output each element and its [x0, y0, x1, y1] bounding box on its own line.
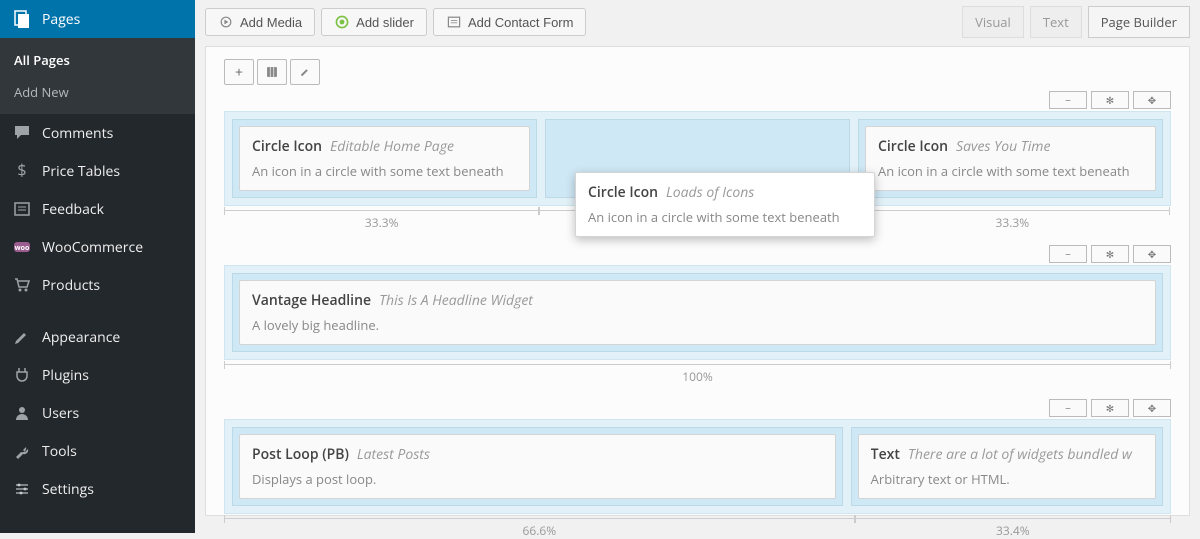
row-settings-button[interactable]: ✻: [1091, 245, 1129, 263]
row-ruler: 66.6% 33.4%: [224, 518, 1171, 539]
sidebar-item-tools[interactable]: Tools: [0, 432, 195, 470]
add-media-button[interactable]: Add Media: [205, 8, 315, 36]
woo-icon: woo: [12, 237, 32, 257]
subitem-add-new[interactable]: Add New: [0, 76, 195, 108]
tab-text[interactable]: Text: [1030, 6, 1082, 38]
row-settings-button[interactable]: ✻: [1091, 399, 1129, 417]
tab-page-builder[interactable]: Page Builder: [1088, 6, 1190, 38]
row-delete-button[interactable]: −: [1049, 91, 1087, 109]
prebuilt-button[interactable]: [290, 59, 320, 85]
sidebar-item-users[interactable]: Users: [0, 394, 195, 432]
wrench-icon: [12, 441, 32, 461]
add-row-button[interactable]: [257, 59, 287, 85]
builder-cell[interactable]: Post Loop (PB)Latest Posts Displays a po…: [232, 427, 843, 506]
sidebar-item-pages[interactable]: Pages: [0, 0, 195, 38]
plug-icon: [12, 365, 32, 385]
widget-dragging[interactable]: Circle IconLoads of Icons An icon in a c…: [575, 172, 875, 237]
form-icon: [446, 14, 462, 30]
add-slider-button[interactable]: Add slider: [321, 8, 427, 36]
row-move-button[interactable]: ✥: [1133, 399, 1171, 417]
widget-circle-icon[interactable]: Circle IconEditable Home Page An icon in…: [239, 126, 530, 191]
tab-visual[interactable]: Visual: [962, 6, 1024, 38]
row-settings-button[interactable]: ✻: [1091, 91, 1129, 109]
row-move-button[interactable]: ✥: [1133, 91, 1171, 109]
row-controls: − ✻ ✥: [224, 91, 1171, 109]
comments-icon: [12, 123, 32, 143]
widget-circle-icon[interactable]: Circle IconSaves You Time An icon in a c…: [865, 126, 1156, 191]
row-controls: − ✻ ✥: [224, 399, 1171, 417]
builder-cell[interactable]: Circle IconSaves You Time An icon in a c…: [858, 119, 1163, 198]
editor-toolbar: Add Media Add slider Add Contact Form Vi…: [205, 6, 1190, 38]
svg-text:woo: woo: [15, 244, 30, 253]
builder-cell[interactable]: Vantage HeadlineThis Is A Headline Widge…: [232, 273, 1163, 352]
sidebar-item-feedback[interactable]: Feedback: [0, 190, 195, 228]
sidebar-item-price-tables[interactable]: $ Price Tables: [0, 152, 195, 190]
add-widget-button[interactable]: +: [224, 59, 254, 85]
feedback-icon: [12, 199, 32, 219]
builder-mini-toolbar: +: [224, 59, 1171, 85]
sidebar-item-settings[interactable]: Settings: [0, 470, 195, 508]
sliders-icon: [12, 479, 32, 499]
add-contact-form-button[interactable]: Add Contact Form: [433, 8, 587, 36]
admin-sidebar: Pages All Pages Add New Comments $ Price…: [0, 0, 195, 533]
user-icon: [12, 403, 32, 423]
builder-cell[interactable]: Circle IconEditable Home Page An icon in…: [232, 119, 537, 198]
svg-text:$: $: [17, 161, 26, 181]
media-icon: [218, 14, 234, 30]
sidebar-item-comments[interactable]: Comments: [0, 114, 195, 152]
subitem-all-pages[interactable]: All Pages: [0, 44, 195, 76]
row-ruler: 100%: [224, 364, 1171, 385]
builder-cell[interactable]: TextThere are a lot of widgets bundled w…: [851, 427, 1163, 506]
page-builder-canvas: + − ✻ ✥ Circle IconEditable Home Page An…: [205, 46, 1190, 516]
widget-post-loop[interactable]: Post Loop (PB)Latest Posts Displays a po…: [239, 434, 836, 499]
brush-icon: [12, 327, 32, 347]
dollar-icon: $: [12, 161, 32, 181]
builder-row[interactable]: Post Loop (PB)Latest Posts Displays a po…: [224, 419, 1171, 514]
pages-icon: [12, 9, 32, 29]
editor-main: Add Media Add slider Add Contact Form Vi…: [195, 0, 1200, 533]
widget-text[interactable]: TextThere are a lot of widgets bundled w…: [858, 434, 1156, 499]
builder-row[interactable]: Circle IconEditable Home Page An icon in…: [224, 111, 1171, 206]
slider-icon: [334, 14, 350, 30]
sidebar-submenu: All Pages Add New: [0, 38, 195, 114]
sidebar-label: Pages: [42, 10, 80, 29]
builder-row[interactable]: Vantage HeadlineThis Is A Headline Widge…: [224, 265, 1171, 360]
sidebar-item-woocommerce[interactable]: woo WooCommerce: [0, 228, 195, 266]
row-delete-button[interactable]: −: [1049, 399, 1087, 417]
widget-vantage-headline[interactable]: Vantage HeadlineThis Is A Headline Widge…: [239, 280, 1156, 345]
cart-icon: [12, 275, 32, 295]
row-delete-button[interactable]: −: [1049, 245, 1087, 263]
sidebar-item-appearance[interactable]: Appearance: [0, 318, 195, 356]
row-move-button[interactable]: ✥: [1133, 245, 1171, 263]
row-controls: − ✻ ✥: [224, 245, 1171, 263]
sidebar-item-products[interactable]: Products: [0, 266, 195, 304]
sidebar-item-plugins[interactable]: Plugins: [0, 356, 195, 394]
